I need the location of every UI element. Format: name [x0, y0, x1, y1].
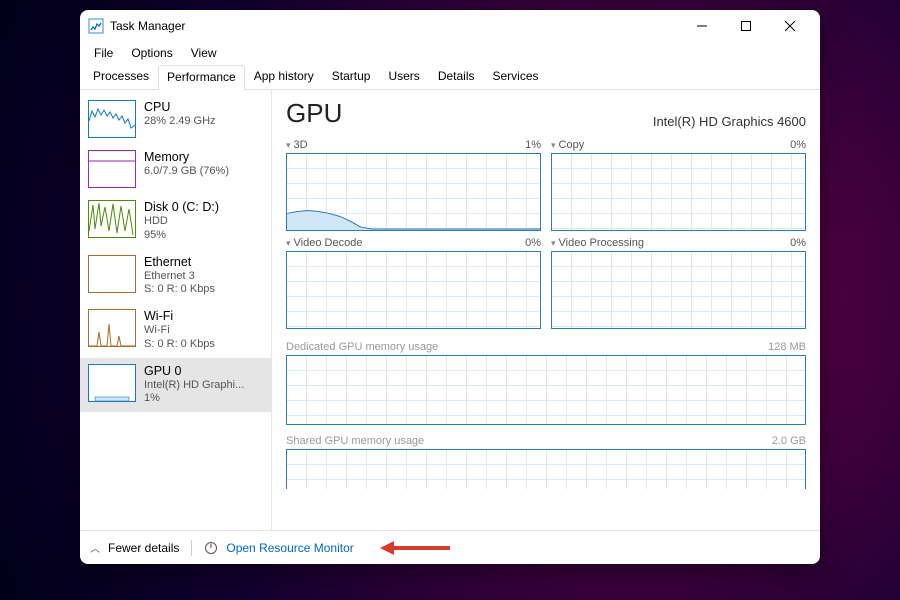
- chart-copy[interactable]: ▾Copy 0%: [551, 139, 806, 231]
- menu-view[interactable]: View: [183, 42, 225, 64]
- chart-3d-graph: [286, 153, 541, 231]
- gpu-thumbnail-icon: [88, 364, 136, 402]
- fewer-details-link[interactable]: Fewer details: [108, 541, 179, 555]
- tab-processes[interactable]: Processes: [84, 64, 158, 89]
- sidebar-item-detail: 95%: [144, 229, 219, 243]
- chart-video-processing-graph: [551, 251, 806, 329]
- chevron-down-icon: ▾: [551, 238, 556, 248]
- dedicated-mem-value: 128 MB: [768, 341, 806, 353]
- open-resource-monitor-link[interactable]: Open Resource Monitor: [226, 541, 353, 555]
- sidebar-item-title: Wi-Fi: [144, 309, 215, 324]
- chart-video-decode-graph: [286, 251, 541, 329]
- chart-value: 1%: [525, 139, 541, 151]
- divider: [191, 540, 192, 556]
- chart-label: Video Processing: [559, 237, 644, 249]
- gpu-usage-charts: ▾3D 1% ▾Copy 0%: [286, 139, 806, 329]
- performance-sidebar: CPU 28% 2.49 GHz Memory 6.0/7.9 GB (76%): [80, 90, 272, 530]
- sidebar-item-detail: Ethernet 3: [144, 270, 215, 284]
- tab-performance[interactable]: Performance: [158, 65, 245, 90]
- titlebar: Task Manager: [80, 10, 820, 42]
- chart-label: 3D: [294, 139, 308, 151]
- chevron-down-icon: ▾: [286, 140, 291, 150]
- minimize-button[interactable]: [680, 10, 724, 42]
- sidebar-item-detail: S: 0 R: 0 Kbps: [144, 338, 215, 352]
- sidebar-item-detail: HDD: [144, 215, 219, 229]
- annotation-arrow-icon: [380, 540, 450, 556]
- dedicated-mem-label: Dedicated GPU memory usage: [286, 341, 438, 353]
- sidebar-item-detail: Intel(R) HD Graphi...: [144, 379, 244, 393]
- chart-value: 0%: [790, 237, 806, 249]
- tab-bar: Processes Performance App history Startu…: [80, 64, 820, 90]
- sidebar-item-detail: 28% 2.49 GHz: [144, 115, 216, 129]
- tab-startup[interactable]: Startup: [323, 64, 380, 89]
- sidebar-item-detail: S: 0 R: 0 Kbps: [144, 283, 215, 297]
- task-manager-window: Task Manager File Options View Processes…: [80, 10, 820, 564]
- shared-mem-value: 2.0 GB: [772, 435, 806, 447]
- window-title: Task Manager: [110, 19, 680, 33]
- tab-services[interactable]: Services: [484, 64, 548, 89]
- sidebar-item-title: GPU 0: [144, 364, 244, 379]
- gpu-name: Intel(R) HD Graphics 4600: [653, 114, 806, 129]
- sidebar-item-gpu[interactable]: GPU 0 Intel(R) HD Graphi... 1%: [80, 358, 271, 413]
- maximize-button[interactable]: [724, 10, 768, 42]
- sidebar-item-detail: 1%: [144, 392, 244, 406]
- sidebar-item-title: Memory: [144, 150, 229, 165]
- sidebar-item-cpu[interactable]: CPU 28% 2.49 GHz: [80, 94, 271, 144]
- chevron-down-icon: ▾: [551, 140, 556, 150]
- footer-bar: ︿ Fewer details Open Resource Monitor: [80, 530, 820, 564]
- gpu-detail-panel: GPU Intel(R) HD Graphics 4600 ▾3D 1%: [272, 90, 820, 530]
- chevron-up-icon[interactable]: ︿: [90, 540, 100, 555]
- sidebar-item-title: CPU: [144, 100, 216, 115]
- chart-label: Copy: [559, 139, 585, 151]
- chart-value: 0%: [790, 139, 806, 151]
- tab-details[interactable]: Details: [429, 64, 484, 89]
- sidebar-item-ethernet[interactable]: Ethernet Ethernet 3 S: 0 R: 0 Kbps: [80, 249, 271, 304]
- sidebar-item-disk[interactable]: Disk 0 (C: D:) HDD 95%: [80, 194, 271, 249]
- sidebar-item-detail: 6.0/7.9 GB (76%): [144, 165, 229, 179]
- chart-copy-graph: [551, 153, 806, 231]
- shared-mem-label: Shared GPU memory usage: [286, 435, 424, 447]
- menu-file[interactable]: File: [86, 42, 121, 64]
- ethernet-thumbnail-icon: [88, 255, 136, 293]
- chevron-down-icon: ▾: [286, 238, 291, 248]
- resource-monitor-icon: [204, 541, 218, 555]
- shared-mem-chart: [286, 449, 806, 489]
- disk-thumbnail-icon: [88, 200, 136, 238]
- content-area: CPU 28% 2.49 GHz Memory 6.0/7.9 GB (76%): [80, 90, 820, 530]
- sidebar-item-wifi[interactable]: Wi-Fi Wi-Fi S: 0 R: 0 Kbps: [80, 303, 271, 358]
- chart-video-processing[interactable]: ▾Video Processing 0%: [551, 237, 806, 329]
- menu-options[interactable]: Options: [123, 42, 180, 64]
- close-button[interactable]: [768, 10, 812, 42]
- tab-users[interactable]: Users: [379, 64, 428, 89]
- chart-value: 0%: [525, 237, 541, 249]
- sidebar-item-memory[interactable]: Memory 6.0/7.9 GB (76%): [80, 144, 271, 194]
- dedicated-mem-chart: [286, 355, 806, 425]
- tab-app-history[interactable]: App history: [245, 64, 323, 89]
- sidebar-item-title: Ethernet: [144, 255, 215, 270]
- menubar: File Options View: [80, 42, 820, 64]
- sidebar-item-detail: Wi-Fi: [144, 324, 215, 338]
- memory-thumbnail-icon: [88, 150, 136, 188]
- chart-label: Video Decode: [294, 237, 363, 249]
- sidebar-item-title: Disk 0 (C: D:): [144, 200, 219, 215]
- wifi-thumbnail-icon: [88, 309, 136, 347]
- chart-video-decode[interactable]: ▾Video Decode 0%: [286, 237, 541, 329]
- page-title: GPU: [286, 98, 342, 129]
- cpu-thumbnail-icon: [88, 100, 136, 138]
- chart-3d[interactable]: ▾3D 1%: [286, 139, 541, 231]
- task-manager-icon: [88, 18, 104, 34]
